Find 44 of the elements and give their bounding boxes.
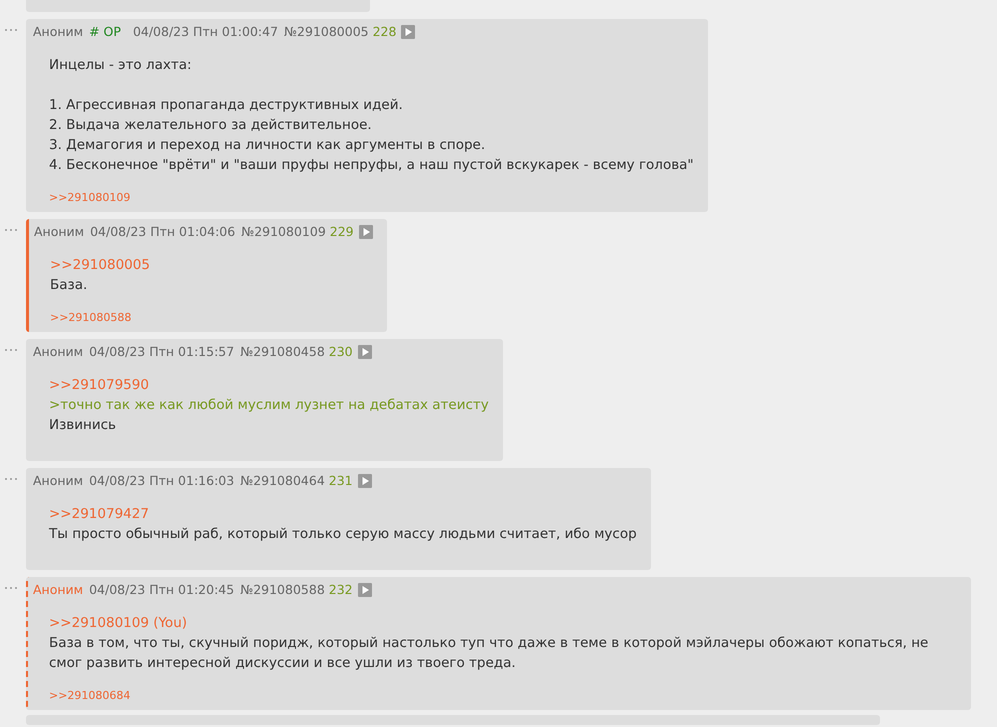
poster-name: Аноним: [33, 473, 84, 488]
reply-link[interactable]: >>291080684: [49, 689, 130, 702]
reply-link[interactable]: >>291080109 (You): [49, 613, 957, 633]
post-number[interactable]: №291080109: [241, 224, 326, 239]
more-icon[interactable]: [4, 228, 20, 232]
post-count: 229: [330, 224, 354, 239]
play-icon[interactable]: [401, 24, 416, 38]
post-number[interactable]: №291080464: [240, 473, 325, 488]
more-icon[interactable]: [4, 477, 20, 481]
poster-name: Аноним: [34, 224, 84, 239]
reply-link[interactable]: >>291079427: [49, 504, 637, 524]
play-icon[interactable]: [358, 224, 373, 238]
quote-text: >точно так же как любой муслим лузнет на дебатах атеисту: [49, 396, 489, 415]
reply-link[interactable]: >>291080588: [50, 311, 132, 324]
poster-name: Аноним: [33, 24, 84, 39]
play-icon[interactable]: [358, 582, 372, 596]
post-number[interactable]: №291080458: [240, 344, 325, 359]
post-text: Извинись: [49, 416, 117, 435]
post-date: 04/08/23 Птн 01:20:45: [89, 582, 234, 597]
post-date: 04/08/23 Птн 01:00:47: [132, 24, 278, 39]
post-date: 04/08/23 Птн 01:15:57: [89, 344, 234, 359]
op-tag: # OP: [89, 24, 121, 39]
post-text: База.: [50, 276, 88, 295]
post-number[interactable]: №291080588: [240, 582, 325, 597]
post-count: 231: [328, 473, 353, 488]
reply-link[interactable]: >>291079590: [49, 375, 489, 395]
post-text: Ты просто обычный раб, который только серую массу людьми считает, ибо мусор: [49, 525, 637, 544]
reply-link[interactable]: >>291080109: [49, 191, 130, 204]
poster-name: Аноним: [33, 344, 84, 359]
post-text: База в том, что ты, скучный поридж, который настолько туп что даже в теме в которой мэйлачеры обожают копаться, не смог развить интересной дискуссии и все ушли из твоего треда.: [49, 634, 930, 673]
post-date: 04/08/23 Птн 01:04:06: [90, 224, 236, 239]
poster-name: Аноним: [33, 582, 84, 597]
post-count: 232: [328, 582, 353, 597]
post-number[interactable]: №291080005: [284, 24, 369, 39]
more-icon[interactable]: [4, 348, 20, 352]
post-date: 04/08/23 Птн 01:16:03: [89, 473, 234, 488]
reply-link[interactable]: >>291080005: [50, 255, 373, 275]
more-icon[interactable]: [4, 28, 20, 32]
post-text: Инцелы - это лахта: 1. Агрессивная пропаганда деструктивных идей. 2. Выдача желательного за действительное. 3. Демагогия и переход на личности как аргументы в споре. 4. Бесконечное "врёти" и "ваши пруфы непруфы, а наш пустой вскукарек - всему голова": [49, 56, 694, 175]
post-count: 228: [372, 24, 396, 39]
more-icon[interactable]: [4, 586, 20, 590]
post-count: 230: [328, 344, 353, 359]
play-icon[interactable]: [358, 344, 372, 358]
play-icon[interactable]: [358, 474, 372, 488]
